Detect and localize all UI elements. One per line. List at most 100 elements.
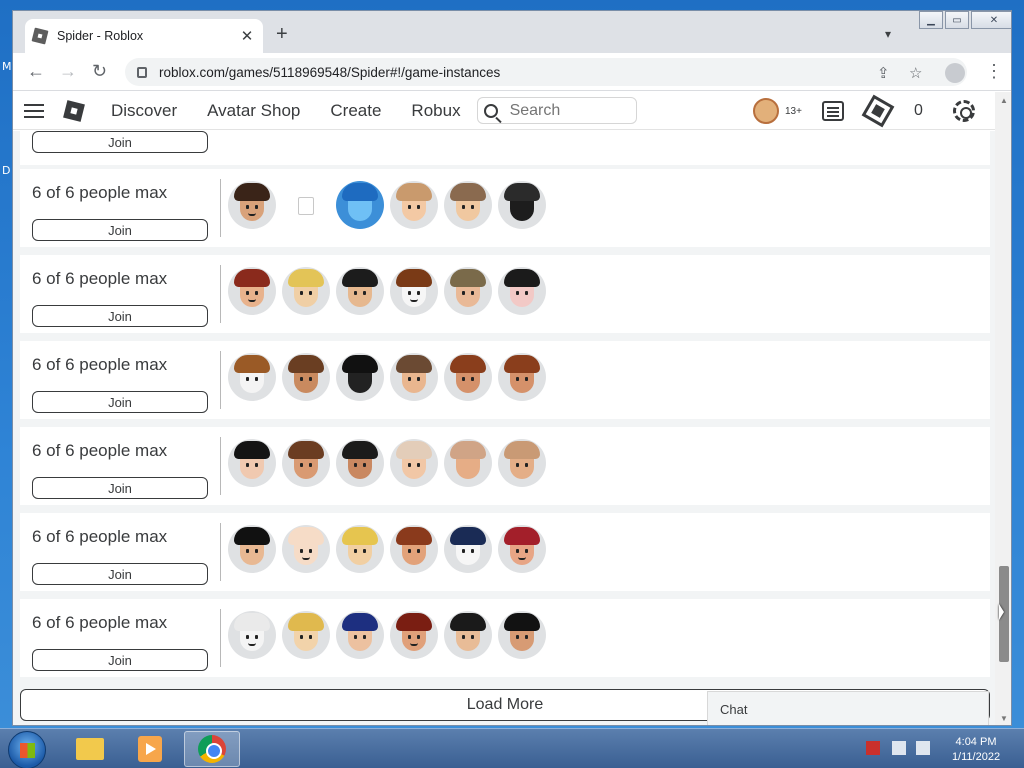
browser-window: Spider - Roblox ✕ + ▾ ▁ ▭ ✕ ← → ↻ roblox… <box>12 10 1012 726</box>
player-avatar[interactable] <box>282 267 330 315</box>
player-avatar[interactable] <box>336 267 384 315</box>
player-avatar[interactable] <box>336 439 384 487</box>
player-avatar[interactable] <box>390 611 438 659</box>
join-button[interactable]: Join <box>32 649 208 671</box>
join-button[interactable]: Join <box>32 477 208 499</box>
taskbar-clock[interactable]: 4:04 PM 1/11/2022 <box>938 735 1014 765</box>
player-avatar[interactable] <box>498 353 546 401</box>
browser-tab[interactable]: Spider - Roblox ✕ <box>25 19 263 53</box>
nav-link-discover[interactable]: Discover <box>111 101 177 121</box>
window-controls: ▁ ▭ ✕ <box>917 11 1011 29</box>
player-avatar[interactable] <box>336 525 384 573</box>
player-avatar[interactable] <box>228 439 276 487</box>
player-avatars <box>228 439 546 487</box>
player-avatar[interactable] <box>390 181 438 229</box>
player-avatar[interactable] <box>390 353 438 401</box>
nav-link-avatar-shop[interactable]: Avatar Shop <box>207 101 300 121</box>
address-bar[interactable]: roblox.com/games/5118969548/Spider#!/gam… <box>125 58 967 86</box>
player-avatar[interactable] <box>336 181 384 229</box>
user-avatar[interactable] <box>753 98 779 124</box>
maximize-icon[interactable]: ▭ <box>945 11 969 29</box>
nav-link-create[interactable]: Create <box>330 101 381 121</box>
server-capacity: 6 of 6 people max <box>32 613 168 632</box>
clock-date: 1/11/2022 <box>951 751 1001 763</box>
new-tab-icon[interactable]: + <box>276 24 288 44</box>
player-avatar[interactable] <box>444 353 492 401</box>
player-avatar[interactable] <box>444 611 492 659</box>
player-avatar[interactable] <box>336 353 384 401</box>
player-avatar[interactable] <box>228 267 276 315</box>
player-avatar[interactable] <box>336 611 384 659</box>
player-avatar[interactable] <box>390 439 438 487</box>
roblox-logo[interactable] <box>63 99 85 122</box>
join-button[interactable]: Join <box>32 563 208 585</box>
scroll-up-arrow-icon[interactable]: ▲ <box>1000 96 1008 105</box>
search-icon <box>483 103 498 118</box>
chevron-down-icon[interactable]: ▾ <box>885 27 891 41</box>
reload-icon[interactable]: ↻ <box>92 61 107 82</box>
network-icon[interactable] <box>892 741 906 755</box>
scrollbar[interactable]: ▲ ▼ <box>995 92 1011 725</box>
divider <box>220 351 221 409</box>
divider <box>220 265 221 323</box>
server-capacity: 6 of 6 people max <box>32 355 168 374</box>
search-box[interactable] <box>476 97 637 124</box>
server-card: Join <box>20 131 990 165</box>
player-avatar[interactable] <box>444 181 492 229</box>
robux-count: 0 <box>913 102 923 119</box>
player-avatar[interactable] <box>228 525 276 573</box>
player-avatar[interactable] <box>498 525 546 573</box>
minimize-icon[interactable]: ▁ <box>919 11 943 29</box>
player-avatar[interactable] <box>282 353 330 401</box>
player-avatar[interactable] <box>498 267 546 315</box>
player-avatar[interactable] <box>228 611 276 659</box>
settings-gear-icon[interactable] <box>952 100 975 122</box>
star-icon[interactable]: ☆ <box>909 64 922 82</box>
player-avatar[interactable] <box>498 439 546 487</box>
player-avatar[interactable] <box>282 611 330 659</box>
player-avatar[interactable] <box>444 525 492 573</box>
forward-arrow-icon[interactable]: → <box>59 61 77 82</box>
window-close-icon[interactable]: ✕ <box>971 11 1011 29</box>
flag-icon[interactable] <box>866 741 880 755</box>
messages-icon[interactable] <box>821 101 844 121</box>
join-button[interactable]: Join <box>32 391 208 413</box>
player-avatar[interactable] <box>444 439 492 487</box>
taskbar-chrome[interactable] <box>184 731 240 767</box>
chat-bar[interactable]: Chat <box>707 691 989 725</box>
player-avatar[interactable] <box>444 267 492 315</box>
divider <box>220 523 221 581</box>
join-button[interactable]: Join <box>32 305 208 327</box>
close-icon[interactable]: ✕ <box>239 27 255 45</box>
taskbar-explorer[interactable] <box>62 731 118 767</box>
share-icon[interactable]: ⇪ <box>877 64 890 82</box>
player-avatars <box>228 525 546 573</box>
player-avatar[interactable] <box>228 353 276 401</box>
join-button[interactable]: Join <box>32 219 208 241</box>
scroll-down-arrow-icon[interactable]: ▼ <box>1000 714 1008 723</box>
join-button[interactable]: Join <box>32 131 208 153</box>
roblox-top-nav: Discover Avatar Shop Create Robux 13+ 0 <box>13 92 995 130</box>
profile-icon[interactable] <box>945 63 965 83</box>
start-button[interactable] <box>8 731 46 768</box>
volume-icon[interactable] <box>916 741 930 755</box>
desktop-icon-label: D <box>2 164 11 177</box>
more-menu-icon[interactable]: ⋮ <box>985 61 1003 82</box>
nav-link-robux[interactable]: Robux <box>411 101 460 121</box>
url-text: roblox.com/games/5118969548/Spider#!/gam… <box>159 64 501 80</box>
player-avatars <box>228 611 546 659</box>
back-arrow-icon[interactable]: ← <box>27 61 45 82</box>
taskbar-media-player[interactable] <box>122 731 178 767</box>
chrome-icon <box>198 735 226 763</box>
search-input[interactable] <box>509 101 620 120</box>
hamburger-menu-icon[interactable] <box>24 103 44 118</box>
player-avatar[interactable] <box>390 267 438 315</box>
player-avatar[interactable] <box>282 439 330 487</box>
clock-time: 4:04 PM <box>955 736 997 748</box>
player-avatar[interactable] <box>498 611 546 659</box>
player-avatar[interactable] <box>282 525 330 573</box>
robux-icon[interactable] <box>861 94 895 128</box>
player-avatar[interactable] <box>228 181 276 229</box>
player-avatar[interactable] <box>498 181 546 229</box>
player-avatar[interactable] <box>390 525 438 573</box>
